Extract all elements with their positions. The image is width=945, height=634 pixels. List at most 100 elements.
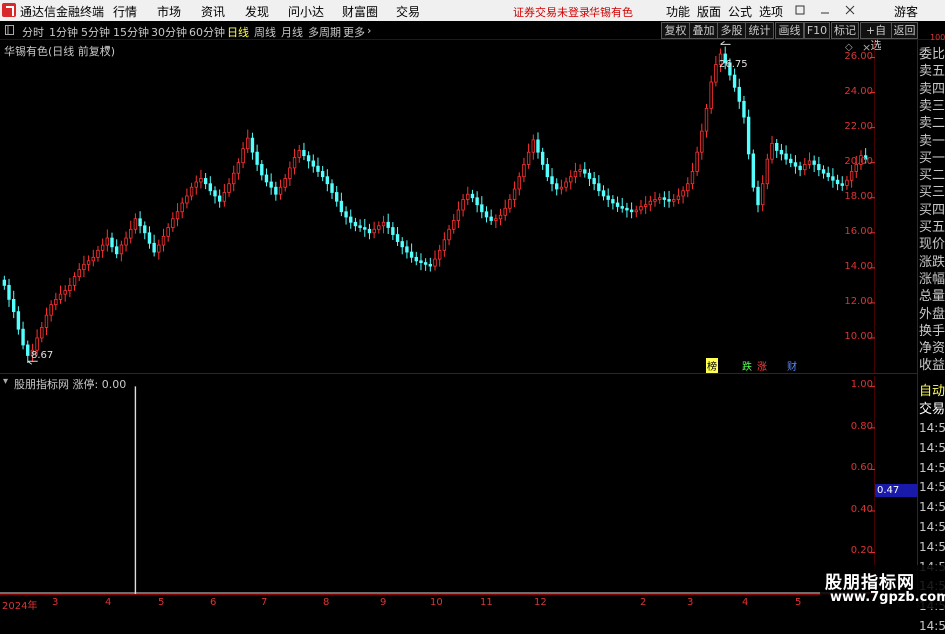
indicator-chart[interactable]: ▾ 股朋指标网 涨停: 0.00 1.00 0.80 0.60 0.40 0.20 0.… — [0, 376, 918, 594]
main-ytick: 18.00 — [844, 190, 873, 202]
back-button[interactable]: 返回 — [891, 22, 918, 39]
trade-label[interactable]: 交易 — [919, 402, 945, 418]
diejia-button[interactable]: 叠加 — [689, 22, 718, 39]
candle — [21, 321, 25, 350]
candle — [742, 95, 746, 124]
duogu-button[interactable]: 多股 — [717, 22, 746, 39]
menu-xuanxiang[interactable]: 选项 — [759, 3, 783, 20]
period-60min[interactable]: 60分钟 — [189, 24, 225, 40]
indicator-ytick: 0.40 — [850, 503, 873, 515]
candle — [334, 185, 339, 207]
chart-title: 华锡有色(日线 前复权) — [4, 45, 116, 58]
candle — [849, 164, 854, 188]
candle — [161, 228, 166, 252]
menu-wenxiaoda[interactable]: 问小达 — [288, 3, 324, 20]
candle — [288, 161, 292, 186]
candle — [91, 249, 95, 267]
date-label: 4 — [105, 597, 112, 608]
candle — [143, 221, 147, 240]
candle — [405, 240, 409, 259]
indicator-ytick: 0.20 — [850, 545, 873, 557]
minimize-icon[interactable] — [820, 5, 830, 15]
menu-gongneng[interactable]: 功能 — [666, 3, 690, 20]
period-30min[interactable]: 30分钟 — [151, 24, 187, 40]
guest-label[interactable]: 游客 — [894, 3, 918, 20]
marker-cai[interactable]: 财 — [787, 358, 797, 373]
candle — [840, 176, 844, 191]
candle — [129, 220, 133, 244]
candle — [292, 148, 297, 175]
menu-shichang[interactable]: 市场 — [157, 3, 181, 20]
menu-faxian[interactable]: 发现 — [245, 3, 269, 20]
chart-title-dropdown-icon[interactable]: ▾ — [105, 43, 110, 54]
menu-caifuquan[interactable]: 财富圈 — [342, 3, 378, 20]
candle — [349, 209, 353, 229]
add-favorite-button[interactable]: +自选 — [860, 22, 892, 52]
tick-time: 14:56 — [919, 460, 945, 475]
candle — [489, 209, 493, 225]
candle — [526, 143, 531, 169]
close-icon[interactable] — [845, 5, 855, 15]
period-weekly[interactable]: 周线 — [254, 24, 276, 40]
period-15min[interactable]: 15分钟 — [113, 24, 149, 40]
candle — [643, 196, 648, 215]
main-ytick: 16.00 — [844, 225, 873, 237]
restore-icon[interactable] — [795, 5, 805, 15]
auto-label[interactable]: 自动 — [919, 384, 945, 400]
marker-die[interactable]: 跌 — [742, 358, 752, 373]
period-multi[interactable]: 多周期 — [308, 24, 341, 40]
candle — [316, 157, 320, 177]
candle — [835, 174, 840, 191]
period-monthly[interactable]: 月线 — [281, 24, 303, 40]
chevron-right-icon[interactable]: › — [367, 24, 371, 37]
quote-item-label: 买三 — [919, 185, 945, 201]
main-ytick: 20.00 — [844, 155, 873, 167]
huaxian-button[interactable]: 画线 — [775, 22, 804, 39]
menu-banmian[interactable]: 版面 — [697, 3, 721, 20]
period-more[interactable]: 更多 — [343, 24, 365, 40]
candle — [110, 232, 114, 253]
indicator-dropdown-icon[interactable]: ▾ — [3, 376, 8, 387]
marker-bang[interactable]: 榜 — [706, 358, 718, 373]
biaoji-button[interactable]: 标记 — [831, 22, 859, 39]
f10-button[interactable]: F10 — [804, 22, 830, 39]
candle — [442, 232, 447, 257]
candle — [7, 278, 11, 307]
candle — [821, 165, 826, 179]
tongji-button[interactable]: 统计 — [745, 22, 774, 39]
candle — [255, 144, 259, 171]
candle — [555, 178, 559, 196]
menu-hangqing[interactable]: 行情 — [113, 3, 137, 20]
candle — [765, 153, 770, 190]
fuquan-button[interactable]: 复权 — [661, 22, 690, 39]
menu-zixun[interactable]: 资讯 — [201, 3, 225, 20]
menu-gongshi[interactable]: 公式 — [728, 3, 752, 20]
menu-jiaoyi[interactable]: 交易 — [396, 3, 420, 20]
period-5min[interactable]: 5分钟 — [81, 24, 110, 40]
quote-item-label: 买四 — [919, 202, 945, 218]
candle — [611, 195, 615, 210]
tick-time: 14:56 — [919, 421, 945, 435]
kline-chart[interactable]: 华锡有色(日线 前复权) ▾ ◇ × 26.75 8.67 26.00 24.00… — [0, 40, 875, 373]
candle — [82, 255, 86, 278]
candle — [545, 157, 550, 182]
candle — [433, 250, 437, 271]
panel-toggle-icon[interactable] — [5, 25, 14, 35]
candle — [517, 172, 521, 196]
kline-svg — [2, 40, 875, 373]
candle — [54, 292, 58, 311]
marker-zhang[interactable]: 涨 — [757, 358, 767, 373]
quote-item-label: 换手 — [919, 323, 945, 339]
candle — [409, 243, 414, 263]
candle — [461, 194, 465, 217]
period-daily[interactable]: 日线 — [227, 24, 249, 40]
candle — [583, 162, 587, 178]
candle — [40, 321, 44, 343]
candle — [157, 239, 161, 260]
candle — [68, 277, 72, 298]
period-1min[interactable]: 1分钟 — [49, 24, 78, 40]
period-fenshi[interactable]: 分时 — [22, 24, 44, 40]
candle — [512, 181, 517, 208]
trade-login-warning[interactable]: 证券交易未登录 — [513, 4, 590, 20]
candle — [634, 205, 638, 218]
